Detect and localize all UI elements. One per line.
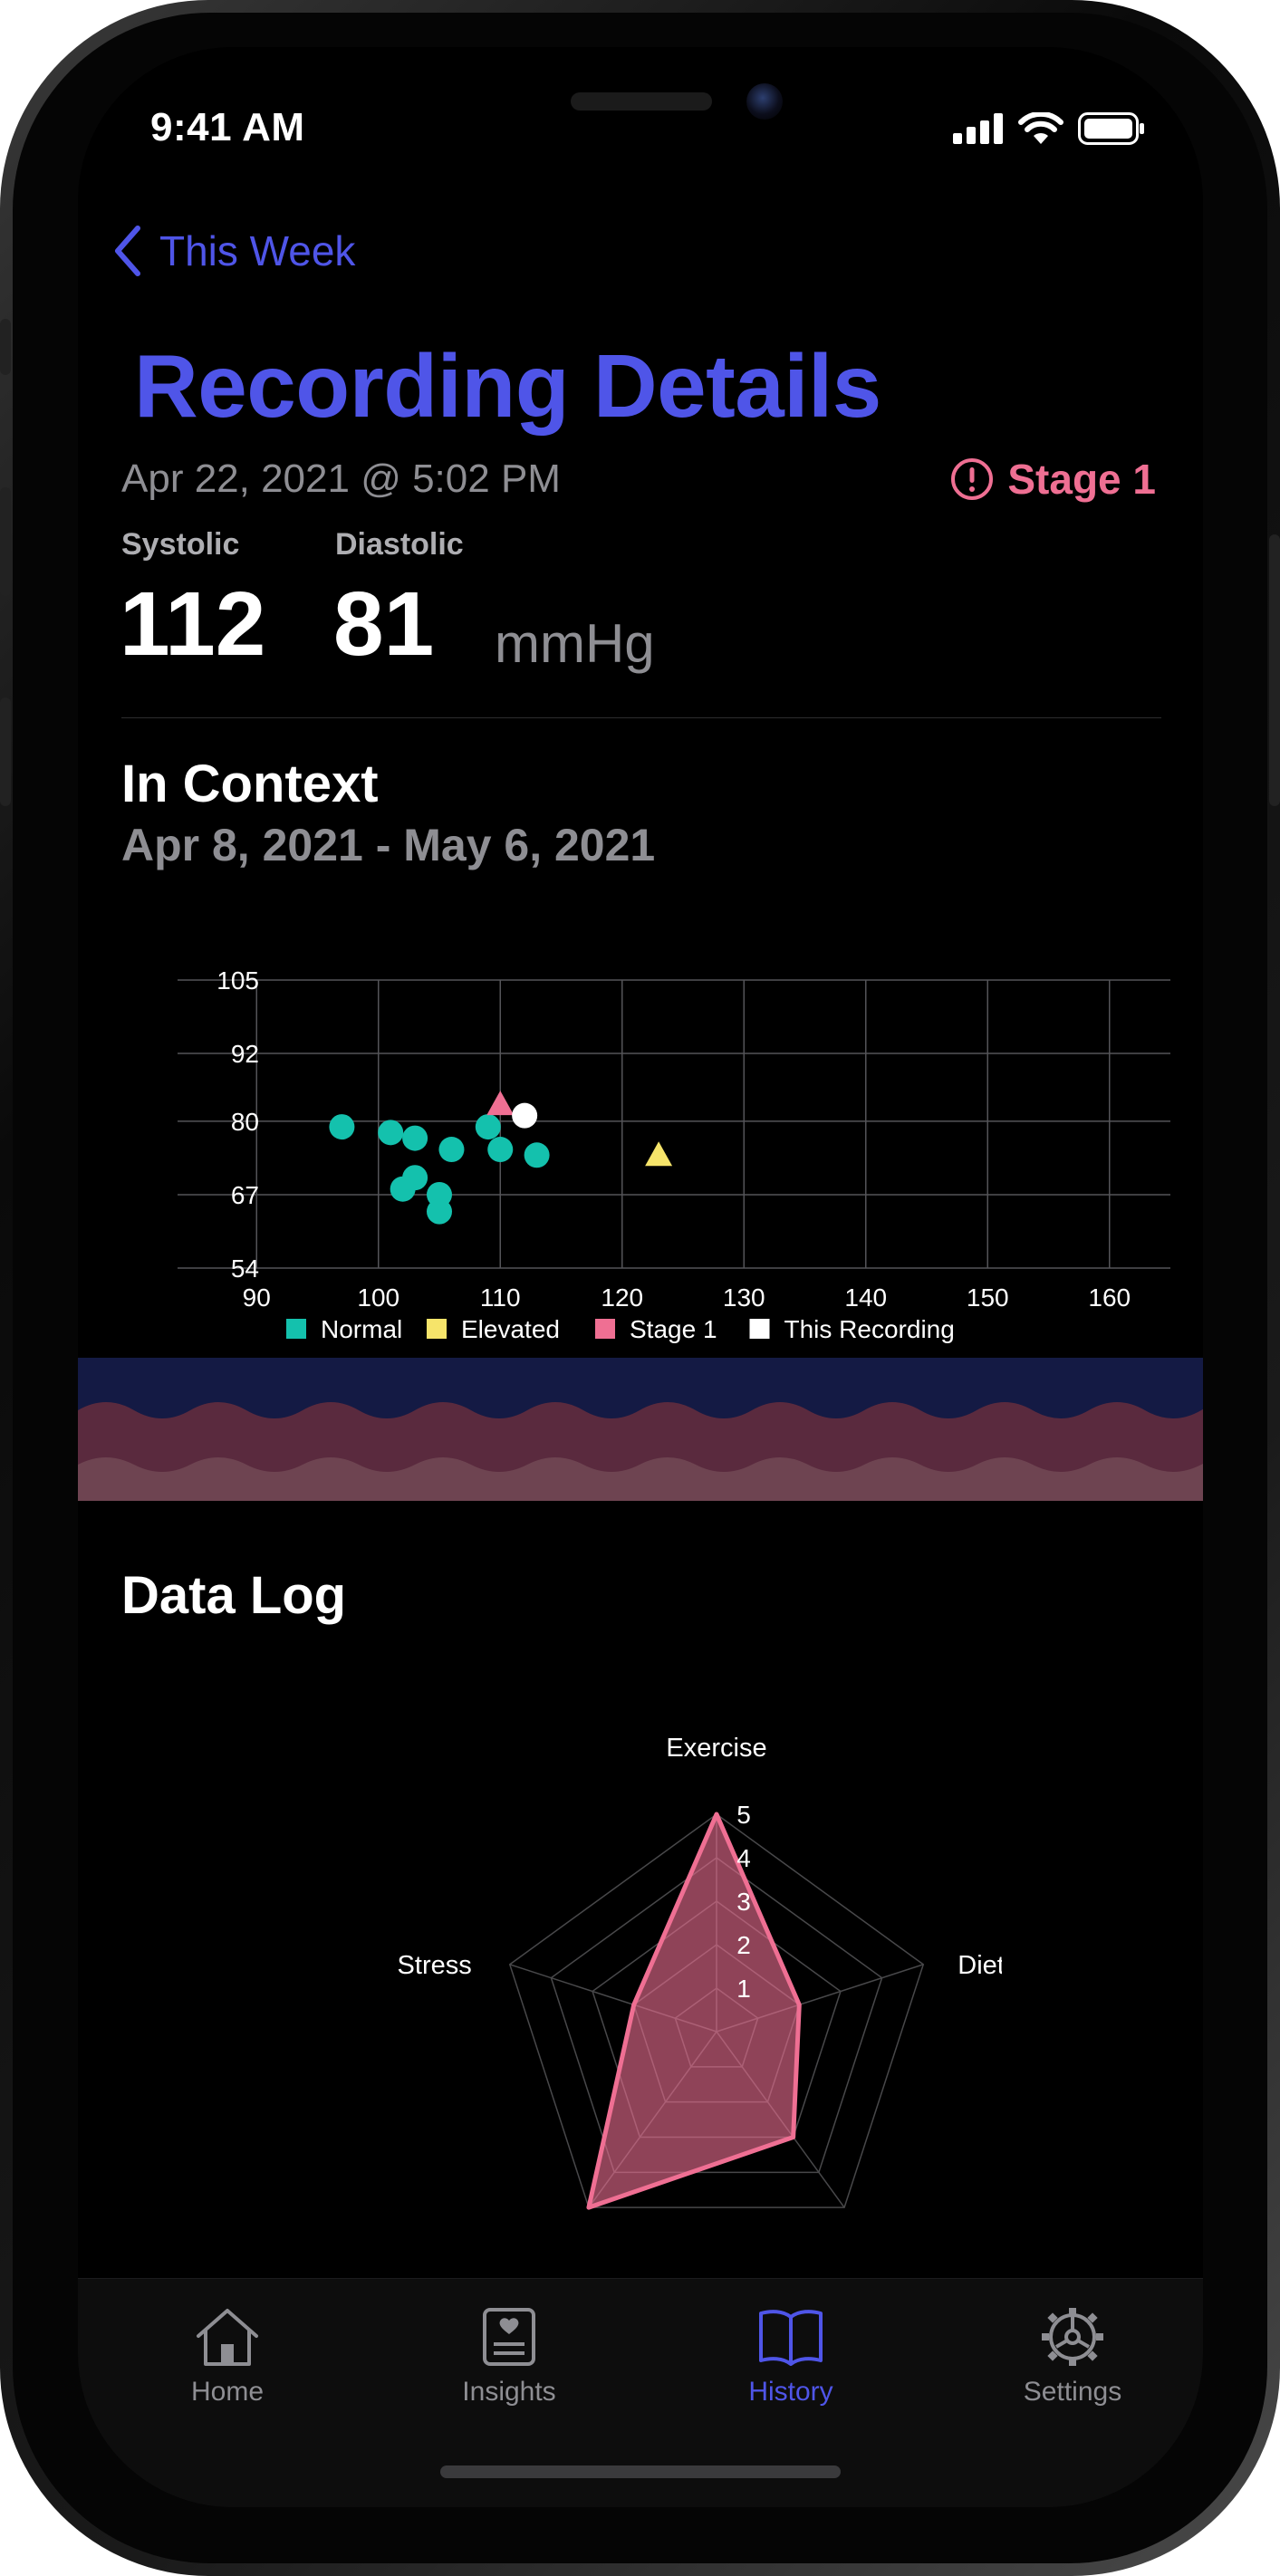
scatter-point-elevated — [645, 1141, 673, 1167]
tab-home-label: Home — [190, 2377, 265, 2407]
silent-switch — [0, 319, 11, 375]
scatter-point-normal — [487, 1137, 514, 1163]
radar-tick-label: 3 — [736, 1888, 751, 1916]
book-icon — [759, 2310, 823, 2366]
x-tick-label: 90 — [243, 1283, 271, 1312]
tab-settings-label: Settings — [1023, 2377, 1122, 2407]
front-camera — [746, 83, 783, 120]
legend-swatch-stage-1 — [595, 1319, 615, 1339]
context-date-range: Apr 8, 2021 - May 6, 2021 — [121, 820, 656, 870]
cellular-signal-icon — [953, 113, 1003, 144]
tab-insights[interactable]: Insights — [409, 2306, 609, 2408]
scatter-plot: 90 100 110 120 130 140 150 160 105 92 80 67 54 Normal… — [178, 966, 1170, 1343]
radar-tick-label: 1 — [736, 1975, 751, 2003]
tab-history[interactable]: History — [691, 2306, 890, 2408]
scatter-point-normal — [402, 1125, 428, 1151]
status-time: 9:41 AM — [150, 105, 305, 149]
data-log-title: Data Log — [121, 1566, 347, 1625]
chevron-left-icon — [115, 226, 140, 276]
data-log-radar-chart: 1 2 3 4 5 Exercise Diet Hydration Salt Stress — [277, 1677, 1005, 2302]
tab-settings[interactable]: Settings — [973, 2306, 1172, 2408]
legend-label-stage-1: Stage 1 — [630, 1315, 717, 1343]
x-tick-label: 140 — [844, 1283, 887, 1312]
legend-label-elevated: Elevated — [461, 1315, 560, 1343]
stage-badge: Stage 1 — [949, 455, 1156, 504]
scatter-point-normal — [378, 1120, 404, 1146]
radar-axis-label: Exercise — [666, 1734, 766, 1763]
power-button — [1269, 534, 1280, 806]
legend-swatch-elevated — [427, 1319, 447, 1339]
recording-datetime: Apr 22, 2021 @ 5:02 PM — [121, 457, 561, 501]
gear-icon — [1042, 2308, 1103, 2366]
systolic-label: Systolic — [121, 527, 240, 562]
tab-history-label: History — [748, 2377, 833, 2407]
stage-label: Stage 1 — [1007, 456, 1156, 503]
legend-swatch-normal — [286, 1319, 306, 1339]
wave-decoration — [78, 1358, 1203, 1501]
legend-label-normal: Normal — [321, 1315, 402, 1343]
radar-tick-label: 5 — [736, 1801, 751, 1829]
radar-tick-label: 2 — [736, 1931, 751, 1959]
radar-axis-label: Salt — [521, 2273, 566, 2275]
back-button[interactable]: This Week — [112, 225, 355, 277]
scatter-point-this-recording — [512, 1102, 538, 1129]
y-tick-label: 92 — [231, 1040, 259, 1068]
context-scatter-chart: 90 100 110 120 130 140 150 160 105 92 80 67 54 Normal… — [96, 899, 1183, 1370]
context-title: In Context — [121, 755, 379, 813]
scatter-point-normal — [475, 1114, 501, 1140]
home-indicator — [440, 2465, 841, 2478]
house-icon — [197, 2309, 258, 2366]
x-tick-label: 120 — [601, 1283, 643, 1312]
tab-insights-label: Insights — [462, 2377, 556, 2407]
diastolic-value: 81 — [333, 573, 435, 675]
y-tick-label: 105 — [217, 966, 259, 995]
insights-card-icon — [483, 2308, 535, 2366]
scatter-point-normal — [438, 1137, 465, 1163]
y-tick-label: 80 — [231, 1108, 259, 1136]
x-tick-label: 130 — [723, 1283, 765, 1312]
unit-label: mmHg — [495, 613, 655, 674]
radar-axis-label: Diet — [958, 1951, 1002, 1980]
battery-icon — [1078, 112, 1144, 145]
radar-plot: 1 2 3 4 5 Exercise Diet Hydration Salt Stress — [398, 1734, 1005, 2302]
scatter-point-stage-1 — [486, 1091, 515, 1116]
radar-axis-label: Hydration — [852, 2273, 964, 2275]
alert-circle-icon — [951, 458, 994, 500]
x-tick-label: 160 — [1088, 1283, 1131, 1312]
systolic-value: 112 — [120, 573, 266, 675]
scatter-point-normal — [427, 1198, 452, 1225]
y-tick-label: 54 — [231, 1254, 259, 1283]
y-tick-label: 67 — [231, 1181, 259, 1209]
volume-down-button — [0, 697, 11, 806]
radar-tick-label: 4 — [736, 1844, 751, 1872]
page-title: Recording Details — [134, 336, 881, 436]
x-tick-label: 150 — [967, 1283, 1009, 1312]
earpiece-speaker — [571, 92, 712, 111]
radar-axis-label: Stress — [398, 1951, 472, 1980]
scatter-point-normal — [329, 1114, 355, 1140]
tab-home[interactable]: Home — [128, 2306, 327, 2408]
wifi-icon — [1018, 112, 1063, 144]
legend-label-this-recording: This Recording — [784, 1315, 955, 1343]
legend-swatch-this-recording — [749, 1319, 770, 1339]
app-screen: 9:41 AM This Week Recording Details Apr … — [78, 47, 1203, 2507]
section-divider — [121, 717, 1161, 718]
x-tick-label: 100 — [357, 1283, 399, 1312]
back-button-label: This Week — [159, 227, 356, 274]
scatter-point-normal — [390, 1176, 416, 1202]
diastolic-label: Diastolic — [335, 527, 464, 562]
radar-data-polygon — [586, 1812, 802, 2210]
scatter-point-normal — [524, 1142, 550, 1168]
x-tick-label: 110 — [480, 1283, 521, 1312]
volume-up-button — [0, 487, 11, 596]
status-icons — [953, 112, 1145, 145]
